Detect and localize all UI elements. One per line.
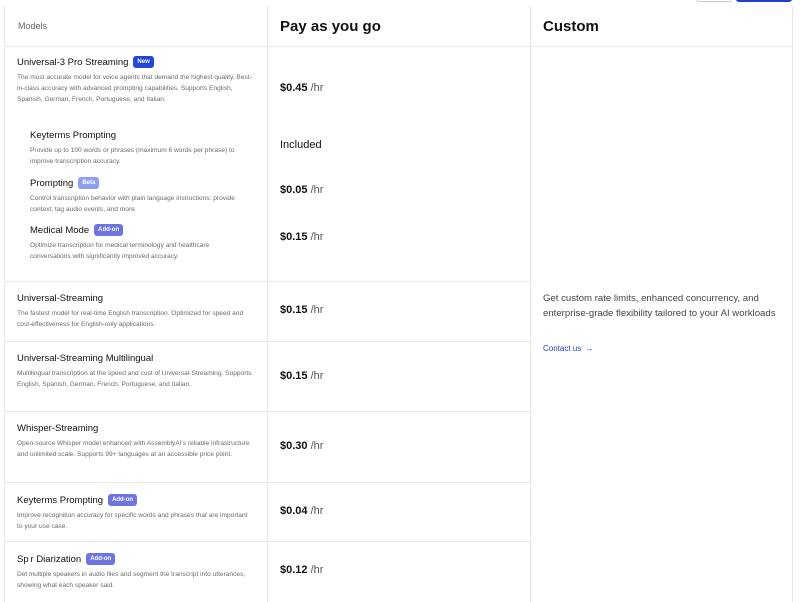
model-title: Keyterms Prompting (17, 494, 104, 506)
add-on-badge: Add-on (86, 553, 116, 565)
model-description: Open-source Whisper model enhanced with … (17, 440, 250, 458)
model-title: Sp r Diarization (17, 553, 82, 565)
model-description: Det multiple speakers in audio files and… (17, 571, 246, 589)
model-price: $0.45 /hr (280, 82, 324, 94)
table-row-universal-3-pro: Universal-3 Pro Streaming New The most a… (17, 56, 252, 105)
model-price: $0.15 /hr (280, 304, 324, 316)
header-actions (696, 0, 792, 2)
model-title: Universal-Streaming Multilingual (17, 353, 154, 364)
add-on-badge: Add-on (94, 224, 124, 236)
secondary-button[interactable] (696, 0, 732, 2)
model-price: $0.30 /hr (280, 440, 324, 452)
model-title: Keyterms Prompting (30, 130, 117, 141)
model-price: $0.15 /hr (280, 370, 324, 382)
table-row-keyterms-prompting: Keyterms Prompting Provide up to 100 wor… (30, 130, 245, 167)
header-divider (5, 46, 792, 47)
model-title: Universal-Streaming (17, 293, 104, 304)
table-row-whisper-streaming: Whisper-Streaming Open-source Whisper mo… (17, 423, 252, 460)
header-models: Models (18, 21, 48, 31)
primary-button[interactable] (736, 0, 792, 2)
table-row-prompting: Prompting Beta Control transcription beh… (30, 177, 245, 215)
model-description: Control transcription behavior with plai… (30, 195, 235, 213)
model-price: $0.12 /hr (280, 564, 324, 576)
row-divider (5, 281, 531, 282)
beta-badge: Beta (78, 177, 100, 189)
header-custom: Custom (543, 17, 599, 35)
model-title: Whisper-Streaming (17, 423, 99, 434)
row-divider (5, 411, 531, 412)
model-price: Included (280, 139, 322, 151)
row-divider (5, 541, 531, 542)
model-price: $0.05 /hr (280, 184, 324, 196)
model-price: $0.15 /hr (280, 231, 324, 243)
model-description: The most accurate model for voice agents… (17, 74, 252, 103)
add-on-badge: Add-on (108, 494, 138, 506)
model-description: Provide up to 100 words or phrases (maxi… (30, 147, 235, 165)
model-description: Improve recognition accuracy for specifi… (17, 512, 248, 530)
model-price: $0.04 /hr (280, 505, 324, 517)
column-divider (267, 6, 268, 602)
model-title: Medical Mode (30, 224, 90, 236)
custom-plan-description: Get custom rate limits, enhanced concurr… (543, 293, 776, 319)
row-divider (5, 341, 531, 342)
model-description: Optimize transcription for medical termi… (30, 242, 210, 260)
model-title: Universal-3 Pro Streaming (17, 56, 129, 68)
table-row-universal-streaming-multilingual: Universal-Streaming Multilingual Multili… (17, 353, 252, 390)
contact-us-label: Contact us (543, 344, 582, 353)
table-row-keyterms-prompting-addon: Keyterms Prompting Add-on Improve recogn… (17, 494, 252, 532)
model-description: The fastest model for real-time English … (17, 310, 244, 328)
contact-us-link[interactable]: Contact us → (543, 344, 593, 353)
arrow-right-icon: → (585, 344, 594, 353)
row-divider (5, 482, 531, 483)
model-description: Multilingual transcription at the speed … (17, 370, 252, 388)
pricing-table: Models Pay as you go Custom Universal-3 … (4, 6, 793, 602)
column-divider (530, 6, 531, 602)
new-badge: New (133, 56, 154, 68)
table-row-medical-mode: Medical Mode Add-on Optimize transcripti… (30, 224, 245, 262)
table-row-universal-streaming: Universal-Streaming The fastest model fo… (17, 293, 252, 330)
model-title: Prompting (30, 177, 74, 189)
table-row-speaker-diarization: Sp r Diarization Add-on Det multiple spe… (17, 553, 252, 591)
header-pay-as-you-go: Pay as you go (280, 17, 381, 35)
